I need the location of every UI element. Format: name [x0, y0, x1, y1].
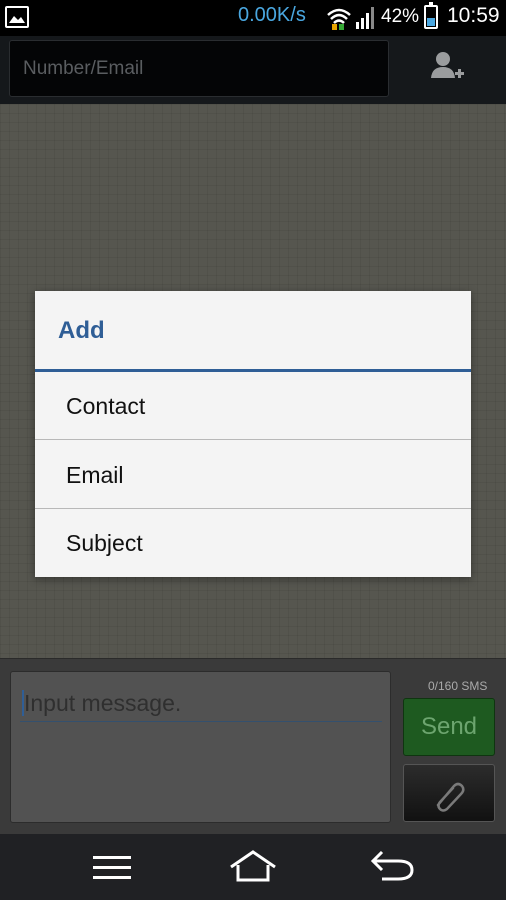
- battery-fill: [427, 17, 435, 26]
- network-speed: 0.00K/s: [238, 4, 306, 26]
- dialog-option-email[interactable]: Email: [35, 441, 471, 509]
- signal-icon: [355, 6, 377, 34]
- recipient-bar: Number/Email: [0, 36, 506, 104]
- add-dialog: Add Contact Email Subject: [35, 291, 471, 577]
- sms-counter: 0/160 SMS: [428, 679, 488, 693]
- dialog-title: Add: [58, 317, 105, 344]
- compose-area: Input message. 0/160 SMS Send: [0, 658, 506, 835]
- wifi-icon: [326, 6, 352, 34]
- battery-icon: [424, 2, 438, 29]
- recipient-input[interactable]: Number/Email: [9, 40, 389, 97]
- gallery-icon: [5, 6, 29, 28]
- status-bar: 0.00K/s 42% 10:59: [0, 0, 506, 36]
- dialog-option-subject[interactable]: Subject: [35, 509, 471, 577]
- home-icon[interactable]: [228, 849, 278, 887]
- attach-button[interactable]: [403, 764, 495, 822]
- message-input[interactable]: Input message.: [20, 686, 382, 722]
- add-contact-icon[interactable]: [430, 50, 468, 90]
- menu-icon[interactable]: [93, 854, 133, 886]
- back-icon[interactable]: [370, 849, 416, 887]
- send-button[interactable]: Send: [403, 698, 495, 756]
- text-cursor: [22, 690, 24, 716]
- message-box[interactable]: Input message.: [10, 671, 391, 823]
- clock: 10:59: [447, 4, 500, 27]
- dialog-option-contact[interactable]: Contact: [35, 372, 471, 440]
- navigation-bar: [0, 834, 506, 900]
- battery-percent: 42%: [381, 6, 420, 27]
